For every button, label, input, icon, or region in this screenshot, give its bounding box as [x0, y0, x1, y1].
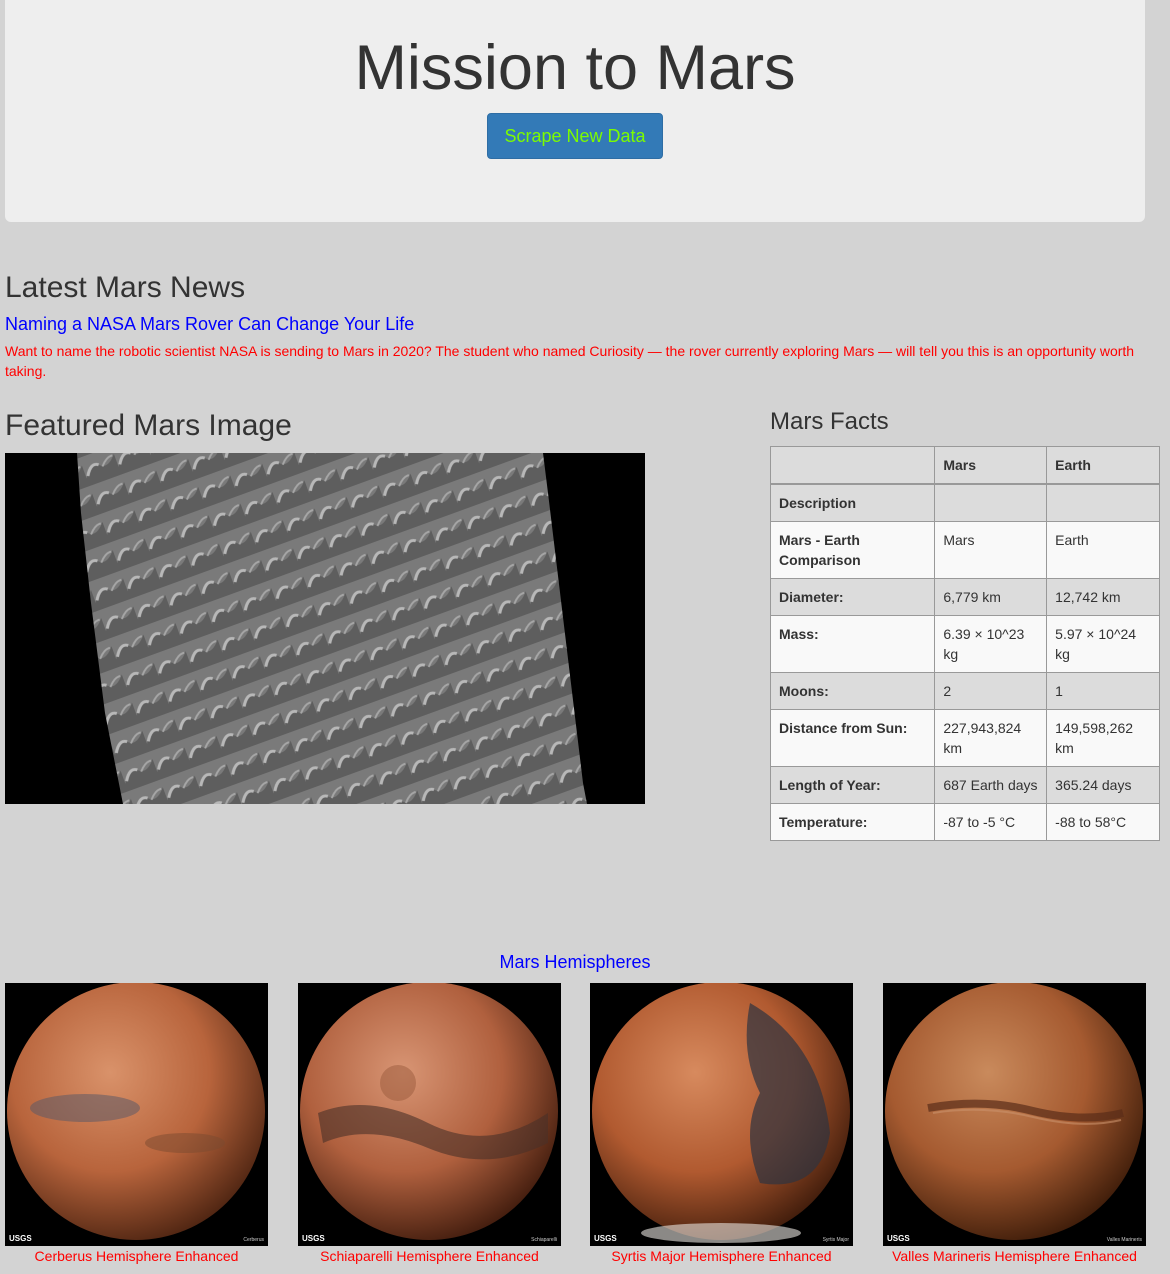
hemisphere-title[interactable]: Cerberus Hemisphere Enhanced — [5, 1246, 268, 1266]
earth-value: 12,742 km — [1046, 578, 1160, 616]
column-header — [769, 446, 936, 485]
row-label: Mass: — [769, 615, 936, 673]
image-credit: Cerberus — [243, 1237, 264, 1243]
featured-mars-image[interactable] — [5, 453, 645, 804]
page-title: Mission to Mars — [354, 33, 796, 103]
hemisphere-image-schiaparelli[interactable]: USGS Schiaparelli — [298, 983, 561, 1246]
mars-globe-graphic — [300, 983, 558, 1240]
table-row: Diameter: 6,779 km 12,742 km — [769, 578, 1160, 616]
earth-value: 5.97 × 10^24 kg — [1046, 615, 1160, 673]
hemisphere-title[interactable]: Valles Marineris Hemisphere Enhanced — [883, 1246, 1146, 1266]
table-row: Temperature: -87 to -5 °C -88 to 58°C — [769, 803, 1160, 841]
mars-value: 6.39 × 10^23 kg — [934, 615, 1048, 673]
news-title-link[interactable]: Naming a NASA Mars Rover Can Change Your… — [5, 312, 414, 336]
image-credit: Syrtis Major — [822, 1237, 849, 1243]
hemisphere-card-cerberus[interactable]: USGS Cerberus Cerberus Hemisphere Enhanc… — [5, 983, 268, 1266]
mars-value — [934, 483, 1048, 522]
mars-facts-table: Mars Earth Description Mars - Earth Comp… — [769, 446, 1160, 841]
mars-value: 2 — [934, 672, 1048, 710]
usgs-logo: USGS — [9, 1234, 32, 1243]
row-label: Description — [769, 483, 936, 522]
news-heading: Latest Mars News — [5, 271, 246, 304]
earth-value: -88 to 58°C — [1046, 803, 1160, 841]
column-header: Earth — [1046, 446, 1160, 485]
image-credit: Schiaparelli — [531, 1237, 557, 1243]
earth-value: 1 — [1046, 672, 1160, 710]
usgs-logo: USGS — [302, 1234, 325, 1243]
table-row: Length of Year: 687 Earth days 365.24 da… — [769, 766, 1160, 804]
hemisphere-card-valles-marineris[interactable]: USGS Valles Marineris Valles Marineris H… — [883, 983, 1146, 1266]
hemisphere-image-syrtis-major[interactable]: USGS Syrtis Major — [590, 983, 853, 1246]
featured-image-graphic — [5, 453, 645, 804]
row-label: Temperature: — [769, 803, 936, 841]
mars-value: 687 Earth days — [934, 766, 1048, 804]
jumbotron-header: Mission to Mars Scrape New Data — [5, 0, 1145, 222]
mars-value: 6,779 km — [934, 578, 1048, 616]
hemisphere-image-cerberus[interactable]: USGS Cerberus — [5, 983, 268, 1246]
earth-value: Earth — [1046, 521, 1160, 579]
table-row: Mass: 6.39 × 10^23 kg 5.97 × 10^24 kg — [769, 615, 1160, 673]
table-row: Description — [769, 483, 1160, 522]
row-label: Diameter: — [769, 578, 936, 616]
hemisphere-title[interactable]: Syrtis Major Hemisphere Enhanced — [590, 1246, 853, 1266]
row-label: Moons: — [769, 672, 936, 710]
mars-globe-graphic — [7, 983, 265, 1240]
table-row: Moons: 2 1 — [769, 672, 1160, 710]
mars-globe-graphic — [592, 983, 850, 1243]
column-header: Mars — [934, 446, 1048, 485]
hemisphere-card-syrtis-major[interactable]: USGS Syrtis Major Syrtis Major Hemispher… — [590, 983, 853, 1266]
hemispheres-heading: Mars Hemispheres — [499, 952, 651, 972]
usgs-logo: USGS — [594, 1234, 617, 1243]
image-credit: Valles Marineris — [1106, 1237, 1142, 1243]
hemisphere-card-schiaparelli[interactable]: USGS Schiaparelli Schiaparelli Hemispher… — [298, 983, 561, 1266]
mars-value: Mars — [934, 521, 1048, 579]
row-label: Mars - Earth Comparison — [769, 521, 936, 579]
earth-value — [1046, 483, 1160, 522]
row-label: Length of Year: — [769, 766, 936, 804]
hemisphere-image-valles-marineris[interactable]: USGS Valles Marineris — [883, 983, 1146, 1246]
earth-value: 365.24 days — [1046, 766, 1160, 804]
mars-value: -87 to -5 °C — [934, 803, 1048, 841]
table-row: Mars - Earth Comparison Mars Earth — [769, 521, 1160, 579]
news-body: Want to name the robotic scientist NASA … — [5, 343, 1135, 379]
scrape-new-data-button[interactable]: Scrape New Data — [487, 113, 663, 159]
mars-value: 227,943,824 km — [934, 709, 1048, 767]
mars-globe-graphic — [885, 983, 1143, 1240]
row-label: Distance from Sun: — [769, 709, 936, 767]
hemisphere-title[interactable]: Schiaparelli Hemisphere Enhanced — [298, 1246, 561, 1266]
table-header-row: Mars Earth — [769, 446, 1160, 485]
featured-image-heading: Featured Mars Image — [5, 409, 292, 442]
mars-facts-heading: Mars Facts — [770, 408, 889, 435]
earth-value: 149,598,262 km — [1046, 709, 1160, 767]
usgs-logo: USGS — [887, 1234, 910, 1243]
table-row: Distance from Sun: 227,943,824 km 149,59… — [769, 709, 1160, 767]
